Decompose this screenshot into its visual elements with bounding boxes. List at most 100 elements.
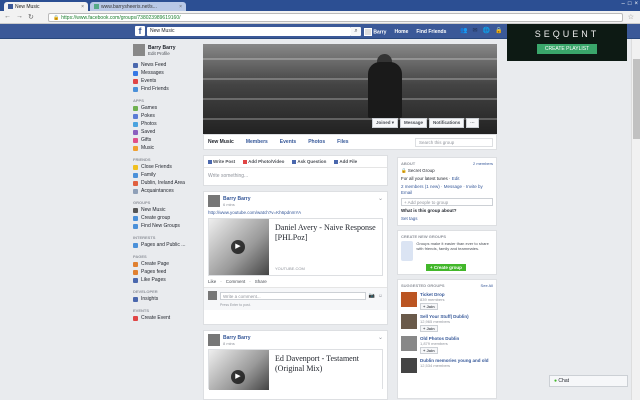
sidebar-item-music[interactable]: Music [133,144,195,152]
profile-link[interactable]: Barry [364,27,386,36]
join-button[interactable]: + Join [420,325,438,332]
play-icon[interactable]: ▶ [231,370,245,384]
facebook-logo-icon[interactable]: f [135,26,145,36]
create-group-button[interactable]: + Create group [426,264,466,271]
comment-input[interactable]: Write a comment... [220,291,366,300]
sidebar-item-create-page[interactable]: Create Page [133,260,195,268]
close-icon[interactable]: × [81,4,84,10]
group-thumbnail[interactable] [401,336,417,351]
sidebar-item-find-friends[interactable]: Find Friends [133,85,195,93]
tab-new-music[interactable]: New Music [208,139,234,145]
notifications-icon[interactable]: 🌐 [483,27,490,34]
messages-icon[interactable]: ✉ [472,27,477,34]
sidebar-item-find-groups[interactable]: Find New Groups [133,222,195,230]
post-time[interactable]: 8 mins [223,341,251,346]
scrollbar-thumb[interactable] [633,59,640,139]
close-icon[interactable]: × [179,4,182,10]
video-title[interactable]: Daniel Avery - Naive Response [PHLPoz] [275,223,376,243]
sidebar-item-messages[interactable]: Messages [133,69,195,77]
link-preview[interactable]: ▶ Ed Davenport - Testament (Original Mix… [208,349,383,390]
members-line[interactable]: 2 members (1 new) · Message · Invite by … [401,184,493,196]
sidebar-item-photos[interactable]: Photos [133,120,195,128]
chevron-down-icon[interactable]: ⌄ [378,334,383,341]
post-author[interactable]: Barry Barry [223,196,251,202]
play-icon[interactable]: ▶ [231,240,245,254]
forward-icon[interactable]: → [16,13,23,21]
notifications-button[interactable]: Notifications [429,118,465,128]
sidebar-item-close-friends[interactable]: Close Friends [133,163,195,171]
group-thumbnail[interactable] [401,292,417,307]
friend-requests-icon[interactable]: 👥 [460,27,467,34]
sidebar-item-family[interactable]: Family [133,171,195,179]
composer-input[interactable]: Write something... [204,168,387,184]
join-button[interactable]: + Join [420,303,438,310]
write-post-tab[interactable]: Write Post [208,159,235,164]
sidebar-item-games[interactable]: Games [133,104,195,112]
sidebar-item-pages-public[interactable]: Pages and Public ... [133,241,195,249]
find-friends-link[interactable]: Find Friends [416,29,446,35]
privacy-icon[interactable]: 🔒 [495,27,502,34]
post-time[interactable]: 6 mins [223,202,251,207]
close-window-icon[interactable]: × [634,1,638,7]
sidebar-item-dublin[interactable]: Dublin, Ireland Area [133,179,195,187]
group-thumbnail[interactable] [401,314,417,329]
sidebar-item-gifts[interactable]: Gifts [133,136,195,144]
back-icon[interactable]: ← [4,13,11,21]
browser-tab-inactive[interactable]: www.barrysheeris.net/s... × [90,2,186,11]
video-thumbnail[interactable]: ▶ [209,350,269,390]
camera-icon[interactable]: 📷 [369,293,375,299]
sidebar-item-acquaintances[interactable]: Acquaintances [133,187,195,195]
tab-files[interactable]: Files [337,139,348,145]
see-all-link[interactable]: See All [481,283,493,288]
tab-photos[interactable]: Photos [308,139,325,145]
chat-bar[interactable]: ● Chat [549,375,628,387]
video-thumbnail[interactable]: ▶ [209,219,269,275]
search-input[interactable]: New Music [147,27,351,36]
group-search-input[interactable]: Search this group [415,138,493,147]
chevron-down-icon[interactable]: ⌄ [378,195,383,202]
joined-button[interactable]: Joined ▾ [372,118,399,128]
minimize-icon[interactable]: – [622,1,625,7]
post-link[interactable]: http://www.youtube.com/watch?v=Kh6pdnmYA [204,210,387,218]
sidebar-item-new-music[interactable]: New Music [133,206,195,214]
post-author[interactable]: Barry Barry [223,335,251,341]
set-tags-link[interactable]: Set tags [401,216,493,222]
add-people-input[interactable]: + Add people to group [401,198,493,206]
tab-members[interactable]: Members [246,139,268,145]
page-scrollbar[interactable] [631,39,640,400]
bookmark-star-icon[interactable]: ☆ [628,13,634,21]
add-file-tab[interactable]: Add File [334,159,357,164]
edit-description-link[interactable]: Edit [452,176,460,181]
create-playlist-button[interactable]: CREATE PLAYLIST [536,44,598,54]
group-thumbnail[interactable] [401,358,417,373]
sidebar-item-pages-feed[interactable]: Pages feed [133,268,195,276]
add-photo-tab[interactable]: Add Photo/Video [243,159,284,164]
sidebar-item-create-event[interactable]: Create Event [133,314,195,322]
share-button[interactable]: Share [255,279,267,284]
sidebar-item-insights[interactable]: Insights [133,295,195,303]
sidebar-item-create-group[interactable]: Create group [133,214,195,222]
sidebar-item-saved[interactable]: Saved [133,128,195,136]
sidebar-item-pokes[interactable]: Pokes [133,112,195,120]
maximize-icon[interactable]: □ [628,1,632,7]
comment-button[interactable]: Comment [226,279,246,284]
like-button[interactable]: Like [208,279,216,284]
sidebar-item-events[interactable]: Events [133,77,195,85]
join-button[interactable]: + Join [420,347,438,354]
message-button[interactable]: Message [400,118,428,128]
address-bar[interactable]: 🔒 https://www.facebook.com/groups/738023… [48,13,623,22]
browser-tab-active[interactable]: New Music × [4,2,88,11]
sidebar-profile[interactable]: Barry Barry Edit Profile [133,44,195,56]
home-link[interactable]: Home [394,29,408,35]
avatar[interactable] [208,195,220,207]
video-title[interactable]: Ed Davenport - Testament (Original Mix) [275,354,376,374]
avatar[interactable] [208,334,220,346]
tab-events[interactable]: Events [280,139,296,145]
reload-icon[interactable]: ↻ [28,13,34,21]
ask-question-tab[interactable]: Ask Question [292,159,326,164]
edit-profile-link[interactable]: Edit Profile [148,51,176,56]
more-button[interactable]: ··· [466,118,479,128]
emoji-icon[interactable]: ☺ [378,293,383,299]
sidebar-item-news-feed[interactable]: News Feed [133,61,195,69]
members-count-link[interactable]: 2 members [473,161,493,166]
